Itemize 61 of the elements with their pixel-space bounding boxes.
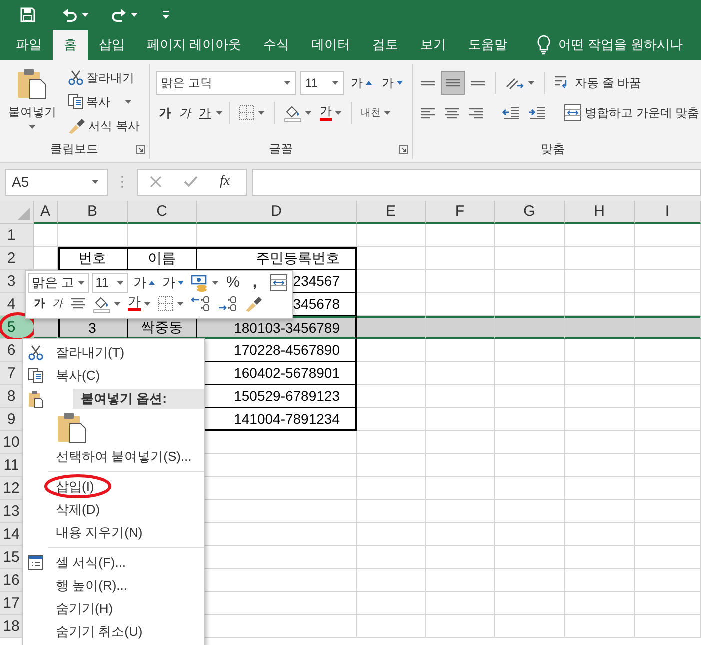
group-label: 맞춤 xyxy=(541,140,565,158)
phonetic-button[interactable]: 내천 xyxy=(358,101,394,125)
comma-button[interactable]: , xyxy=(244,272,265,292)
grow-font-button[interactable]: 가 xyxy=(348,71,375,95)
column-header[interactable]: E xyxy=(357,201,426,224)
menu-item[interactable]: 숨기기(H) xyxy=(56,600,114,618)
group-label: 클립보드 xyxy=(50,140,98,158)
italic-button[interactable]: 가 xyxy=(176,101,194,125)
menu-item[interactable]: 복사(C) xyxy=(56,366,100,384)
font-name-field[interactable]: 맑은 고 xyxy=(28,272,89,292)
percent-button[interactable]: % xyxy=(224,272,242,292)
grow-font-button[interactable]: 가 xyxy=(131,272,158,292)
column-header[interactable]: I xyxy=(635,201,701,224)
ribbon-tab[interactable]: 검토 xyxy=(362,30,410,60)
column-header[interactable]: C xyxy=(128,201,197,224)
column-header[interactable]: F xyxy=(426,201,495,224)
ribbon-tab[interactable]: 도움말 xyxy=(458,30,519,60)
shrink-font-button[interactable]: 가 xyxy=(160,272,186,292)
underline-button[interactable]: 가 xyxy=(196,101,214,125)
ribbon-tab[interactable]: 보기 xyxy=(410,30,458,60)
italic-button[interactable]: 가 xyxy=(50,294,65,314)
column-header[interactable]: A xyxy=(34,201,58,224)
group-label: 글꼴 xyxy=(269,140,293,158)
copy-button[interactable]: 복사 xyxy=(64,90,143,114)
row-header[interactable]: 1 xyxy=(0,224,34,247)
menu-item[interactable]: 셀 서식(F)... xyxy=(56,554,126,572)
font-name-field[interactable]: 맑은 고딕 xyxy=(156,71,296,95)
menu-section-header: 붙여넣기 옵션: xyxy=(73,389,204,409)
menu-item[interactable]: 숨기기 취소(U) xyxy=(56,622,143,640)
font-size-field[interactable]: 11 xyxy=(300,71,344,95)
bold-button[interactable]: 가 xyxy=(32,294,47,314)
ribbon-tab[interactable]: 삽입 xyxy=(88,30,136,60)
menu-item[interactable]: 선택하여 붙여넣기(S)... xyxy=(56,448,192,466)
shrink-font-button[interactable]: 가 xyxy=(379,71,406,95)
menu-item[interactable]: 내용 지우기(N) xyxy=(56,524,143,542)
ribbon-tab[interactable]: 홈 xyxy=(53,30,88,60)
merge-center-button[interactable]: 병합하고 가운데 맞춤 xyxy=(561,101,701,125)
ribbon-tab[interactable]: 데이터 xyxy=(300,30,362,60)
name-box[interactable]: A5 xyxy=(5,168,108,196)
column-header[interactable]: B xyxy=(58,201,128,224)
ribbon-tab[interactable]: 수식 xyxy=(252,30,301,60)
menu-item[interactable]: 삭제(D) xyxy=(56,500,100,518)
format-painter-button[interactable]: 서식 복사 xyxy=(64,114,143,138)
table-cell: 180103-3456789 xyxy=(197,316,357,339)
cut-button[interactable]: 잘라내기 xyxy=(64,66,143,90)
font-color-button[interactable]: 가 xyxy=(317,101,345,125)
wrap-text-button[interactable]: 자동 줄 바꿈 xyxy=(551,71,645,95)
column-header[interactable]: D xyxy=(197,201,357,224)
column-header[interactable]: H xyxy=(565,201,635,224)
ribbon-tab[interactable]: 페이지 레이아웃 xyxy=(136,30,253,60)
insert-function-button[interactable]: fx xyxy=(220,174,230,190)
tell-me-field[interactable]: 어떤 작업을 원하시나 xyxy=(558,36,683,54)
menu-item[interactable]: 행 높이(R)... xyxy=(56,576,128,594)
paste-button[interactable]: 붙여넣기 xyxy=(6,64,59,139)
ribbon-tab[interactable]: 파일 xyxy=(5,30,53,60)
font-color-button[interactable]: 가 xyxy=(126,294,153,314)
row-header[interactable]: 2 xyxy=(0,247,34,270)
menu-item[interactable]: 잘라내기(T) xyxy=(56,344,125,362)
column-header[interactable]: G xyxy=(495,201,565,224)
font-size-field[interactable]: 11 xyxy=(92,272,128,292)
bold-button[interactable]: 가 xyxy=(156,101,174,125)
